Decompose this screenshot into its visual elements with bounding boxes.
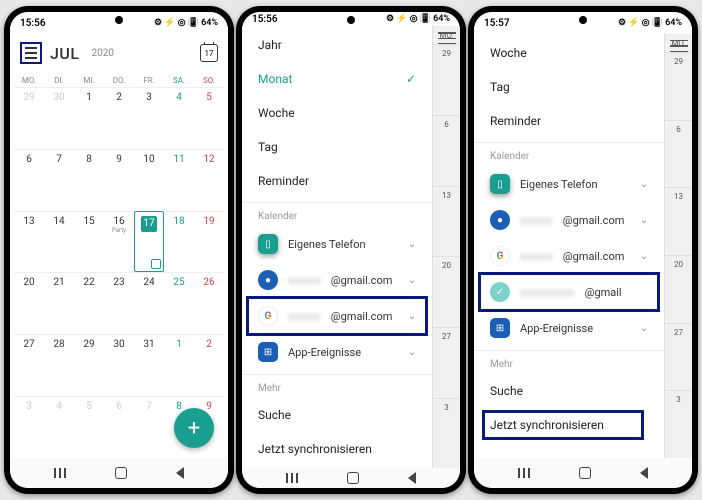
menu-sync[interactable]: Jetzt synchronisieren xyxy=(242,432,432,466)
account-samsung[interactable]: ●xxxxxx@gmail.com⌄ xyxy=(242,262,432,298)
section-kalender: Kalender xyxy=(242,202,432,226)
chevron-down-icon: ⌄ xyxy=(640,251,648,262)
account-app-events[interactable]: ⊞App-Ereignisse⌄ xyxy=(474,310,664,346)
chevron-down-icon: ⌄ xyxy=(408,239,416,250)
section-mehr: Mehr xyxy=(242,374,432,398)
menu-suche[interactable]: Suche xyxy=(474,374,664,408)
view-reminder[interactable]: Reminder xyxy=(474,104,664,138)
nav-back[interactable] xyxy=(176,467,184,479)
nav-home[interactable] xyxy=(115,467,127,479)
year-label: 2020 xyxy=(92,48,114,59)
account-google[interactable]: Gxxxxxx@gmail.com⌄ xyxy=(242,298,432,334)
nav-home[interactable] xyxy=(579,467,591,479)
calendar-grid[interactable]: 29 30 1 2 3 4 5 6 7 8 9 10 11 12 13 14 1… xyxy=(10,87,228,458)
menu-suche[interactable]: Suche xyxy=(242,398,432,432)
chevron-down-icon: ⌄ xyxy=(408,275,416,286)
account-phone[interactable]: ▯Eigenes Telefon⌄ xyxy=(474,166,664,202)
nav-home[interactable] xyxy=(347,472,359,484)
month-label[interactable]: JUL xyxy=(50,44,80,63)
account-app-events[interactable]: ⊞App-Ereignisse⌄ xyxy=(242,334,432,370)
chevron-down-icon: ⌄ xyxy=(640,323,648,334)
section-mehr: Mehr xyxy=(474,350,664,374)
section-kalender: Kalender xyxy=(474,142,664,166)
google-icon: G xyxy=(258,306,278,326)
phone-icon: ▯ xyxy=(258,234,278,254)
peek-column: MO. 29 6 13 20 27 3 xyxy=(664,34,692,458)
nav-back[interactable] xyxy=(408,472,416,484)
nav-back[interactable] xyxy=(640,467,648,479)
chevron-down-icon: ⌄ xyxy=(408,347,416,358)
chevron-down-icon: ⌄ xyxy=(640,179,648,190)
add-event-button[interactable]: + xyxy=(174,408,214,448)
status-icons: ⚙ ⚡ ◎ 📳 64% xyxy=(618,18,682,28)
nav-recent[interactable] xyxy=(54,468,66,478)
check-icon: ✓ xyxy=(406,72,416,86)
peek-column: MO. 29 6 13 20 27 3 xyxy=(432,26,460,468)
checkbox-icon: ✓ xyxy=(490,282,510,302)
account-selected[interactable]: ✓xxxxxxxxxx@gmail xyxy=(474,274,664,310)
status-time: 15:57 xyxy=(484,18,510,29)
chevron-down-icon: ⌄ xyxy=(408,311,416,322)
view-tag[interactable]: Tag xyxy=(242,130,432,164)
note-icon xyxy=(151,259,161,269)
status-icons: ⚙ ⚡ ◎ 📳 64% xyxy=(154,18,218,28)
view-woche[interactable]: Woche xyxy=(242,96,432,130)
nav-recent[interactable] xyxy=(518,468,530,478)
view-woche[interactable]: Woche xyxy=(474,36,664,70)
app-icon: ⊞ xyxy=(490,318,510,338)
today-icon[interactable]: 17 xyxy=(200,44,218,62)
status-time: 15:56 xyxy=(20,18,46,29)
nav-drawer[interactable]: Jahr Monat✓ Woche Tag Reminder Kalender … xyxy=(242,26,432,468)
app-icon: ⊞ xyxy=(258,342,278,362)
view-tag[interactable]: Tag xyxy=(474,70,664,104)
google-icon: G xyxy=(490,246,510,266)
phone-icon: ▯ xyxy=(490,174,510,194)
nav-drawer[interactable]: Woche Tag Reminder Kalender ▯Eigenes Tel… xyxy=(474,34,664,458)
samsung-icon: ● xyxy=(490,210,510,230)
account-samsung[interactable]: ●xxxxxx@gmail.com⌄ xyxy=(474,202,664,238)
nav-recent[interactable] xyxy=(286,473,298,483)
view-jahr[interactable]: Jahr xyxy=(242,28,432,62)
status-time: 15:56 xyxy=(252,14,278,25)
account-google[interactable]: Gxxxxxx@gmail.com⌄ xyxy=(474,238,664,274)
menu-icon[interactable] xyxy=(20,42,42,64)
account-phone[interactable]: ▯Eigenes Telefon⌄ xyxy=(242,226,432,262)
chevron-down-icon: ⌄ xyxy=(640,215,648,226)
view-reminder[interactable]: Reminder xyxy=(242,164,432,198)
menu-sync[interactable]: Jetzt synchronisieren xyxy=(474,408,664,442)
view-monat[interactable]: Monat✓ xyxy=(242,62,432,96)
weekday-header: MO.DI.MI.DO.FR.SA.SO. xyxy=(10,72,228,87)
status-icons: ⚙ ⚡ ◎ 📳 64% xyxy=(386,14,450,24)
samsung-icon: ● xyxy=(258,270,278,290)
